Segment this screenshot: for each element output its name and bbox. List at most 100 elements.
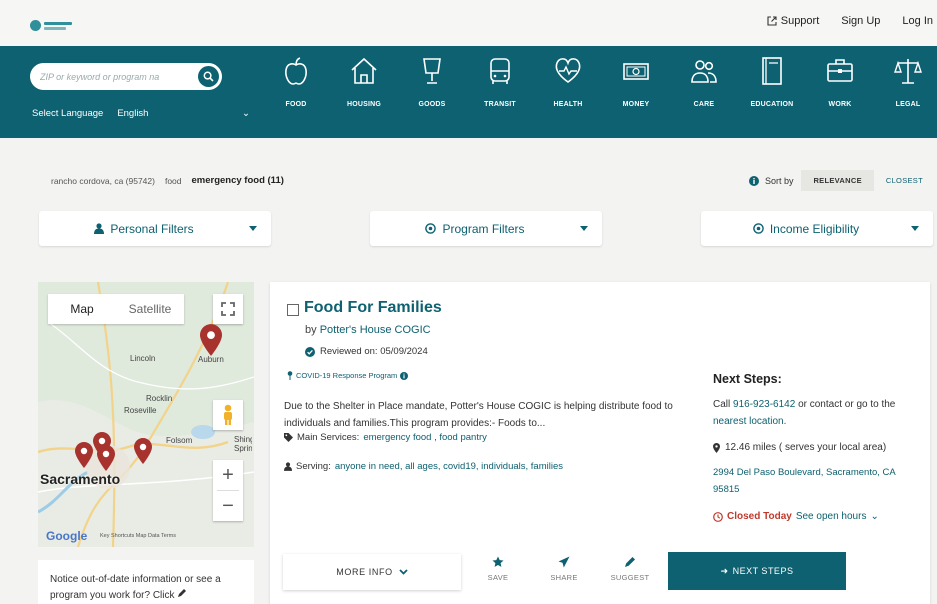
save-button[interactable]: SAVE xyxy=(477,556,519,582)
category-care[interactable]: CARE xyxy=(670,54,738,108)
bus-icon xyxy=(490,58,510,84)
serving-tags[interactable]: anyone in need, all ages, covid19, indiv… xyxy=(335,461,563,472)
income-eligibility-button[interactable]: Income Eligibility xyxy=(701,211,933,246)
map-marker-icon[interactable] xyxy=(97,445,115,471)
map-attribution[interactable]: Key Shortcuts Map Data Terms xyxy=(100,533,176,539)
program-description: Due to the Shelter in Place mandate, Pot… xyxy=(284,401,673,429)
phone-link[interactable]: 916-923-6142 xyxy=(733,399,795,410)
pencil-icon[interactable] xyxy=(177,588,187,598)
caret-down-icon xyxy=(580,226,588,231)
map-tab-map[interactable]: Map xyxy=(48,302,116,316)
search-input[interactable] xyxy=(40,69,190,84)
card-actions: MORE INFO SAVE SHARE SUGGEST ➜ NEXT STEP… xyxy=(270,550,930,594)
fullscreen-icon xyxy=(221,302,235,316)
closed-status: Closed Today xyxy=(727,511,792,522)
people-icon xyxy=(691,60,717,83)
nearest-location-link[interactable]: nearest location. xyxy=(713,416,786,427)
notice-panel: Notice out-of-date information or see a … xyxy=(38,560,254,604)
person-icon xyxy=(284,462,292,471)
category-nav: FOOD HOUSING GOODS TRANSIT HEALTH MONEY … xyxy=(262,54,937,108)
compare-checkbox[interactable] xyxy=(287,304,299,316)
street-view-pegman[interactable] xyxy=(213,400,243,430)
reviewed-date: Reviewed on: 05/09/2024 xyxy=(305,346,428,357)
notice-text: Notice out-of-date information or see a … xyxy=(50,574,221,601)
log-in-link[interactable]: Log In xyxy=(902,15,933,27)
google-logo: Google xyxy=(46,529,88,543)
heartbeat-icon xyxy=(555,58,581,83)
caret-down-icon xyxy=(911,226,919,231)
map-marker-icon[interactable] xyxy=(75,442,93,468)
breadcrumb: rancho cordova, ca (95742) food emergenc… xyxy=(51,175,284,186)
external-link-icon xyxy=(767,16,777,26)
category-health[interactable]: HEALTH xyxy=(534,54,602,108)
main-nav: Select Language English ⌄ FOOD HOUSING G… xyxy=(0,46,937,138)
house-icon xyxy=(351,57,377,84)
tag-icon xyxy=(284,433,293,442)
zoom-controls: + − xyxy=(213,460,243,521)
breadcrumb-category[interactable]: food xyxy=(165,176,182,186)
more-info-button[interactable]: MORE INFO xyxy=(283,554,461,590)
pin-icon xyxy=(287,371,293,380)
sign-up-link[interactable]: Sign Up xyxy=(841,15,880,27)
language-selector[interactable]: Select Language English ⌄ xyxy=(32,108,250,119)
send-icon xyxy=(558,556,570,568)
map-place-label: Rocklin xyxy=(146,394,173,403)
category-food[interactable]: FOOD xyxy=(262,54,330,108)
zoom-out-button[interactable]: − xyxy=(213,491,243,521)
zoom-in-button[interactable]: + xyxy=(213,460,243,490)
search-button[interactable] xyxy=(198,66,219,87)
support-link[interactable]: Support xyxy=(767,15,819,27)
target-icon xyxy=(425,223,437,234)
pegman-icon xyxy=(224,404,232,425)
serving-list: Serving: anyone in need, all ages, covid… xyxy=(284,461,563,472)
open-hours-toggle[interactable]: See open hours xyxy=(796,511,867,522)
category-goods[interactable]: GOODS xyxy=(398,54,466,108)
results-map[interactable]: Map Satellite + − Lincoln Auburn Rocklin… xyxy=(38,282,254,547)
suggest-button[interactable]: SUGGEST xyxy=(609,556,651,582)
info-icon xyxy=(400,371,409,380)
logo-mark xyxy=(30,20,41,31)
category-education[interactable]: EDUCATION xyxy=(738,54,806,108)
fullscreen-button[interactable] xyxy=(213,294,243,324)
chevron-down-icon: ⌄ xyxy=(870,511,879,522)
map-pin-icon xyxy=(713,442,720,453)
service-tags[interactable]: emergency food , food pantry xyxy=(363,432,487,443)
map-place-label: Shingle Springs xyxy=(234,435,252,453)
breadcrumb-location[interactable]: rancho cordova, ca (95742) xyxy=(51,176,155,186)
info-icon xyxy=(748,175,759,186)
program-provider: by Potter's House COGIC xyxy=(305,324,431,336)
sort-relevance-button[interactable]: RELEVANCE xyxy=(801,170,874,191)
next-steps-panel: Next Steps: Call 916-923-6142 or contact… xyxy=(713,372,923,522)
map-city-label: Sacramento xyxy=(40,471,121,487)
sort-controls: Sort by RELEVANCE CLOSEST xyxy=(748,170,923,191)
map-marker-icon[interactable] xyxy=(200,324,222,356)
star-icon xyxy=(492,556,504,567)
category-housing[interactable]: HOUSING xyxy=(330,54,398,108)
sort-label: Sort by xyxy=(764,175,794,186)
category-legal[interactable]: LEGAL xyxy=(874,54,937,108)
next-steps-button[interactable]: ➜ NEXT STEPS xyxy=(668,552,846,590)
map-place-label: Lincoln xyxy=(130,354,156,363)
covid-tag[interactable]: COVID-19 Response Program xyxy=(287,371,409,380)
money-icon xyxy=(623,63,649,80)
map-marker-icon[interactable] xyxy=(134,438,152,464)
program-filters-button[interactable]: Program Filters xyxy=(370,211,602,246)
breadcrumb-current: emergency food (11) xyxy=(191,175,284,186)
category-work[interactable]: WORK xyxy=(806,54,874,108)
address-link[interactable]: 2994 Del Paso Boulevard, Sacramento, CA … xyxy=(713,464,923,498)
share-button[interactable]: SHARE xyxy=(543,556,585,582)
next-steps-heading: Next Steps: xyxy=(713,372,782,386)
sort-closest-button[interactable]: CLOSEST xyxy=(886,176,923,185)
category-transit[interactable]: TRANSIT xyxy=(466,54,534,108)
category-money[interactable]: MONEY xyxy=(602,54,670,108)
briefcase-icon xyxy=(827,59,853,82)
site-logo[interactable] xyxy=(30,19,74,32)
provider-link[interactable]: Potter's House COGIC xyxy=(320,324,431,336)
personal-filters-button[interactable]: Personal Filters xyxy=(39,211,271,246)
program-title[interactable]: Food For Families xyxy=(304,299,442,317)
pencil-icon xyxy=(625,557,635,567)
map-tab-satellite[interactable]: Satellite xyxy=(116,302,184,316)
lamp-icon xyxy=(423,58,441,84)
language-select[interactable]: English ⌄ xyxy=(117,108,250,119)
main-services: Main Services: emergency food , food pan… xyxy=(284,432,487,443)
